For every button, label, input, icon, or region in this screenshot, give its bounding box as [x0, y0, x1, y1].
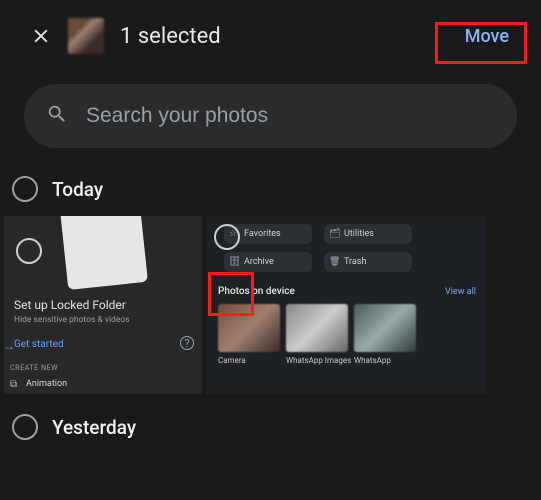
section-today-label: Today [52, 178, 103, 201]
chip-trash[interactable]: 🗑Trash [324, 252, 412, 272]
locked-folder-title: Set up Locked Folder [14, 298, 126, 312]
section-today-header[interactable]: Today [0, 158, 541, 212]
device-folder-label: WhatsApp [354, 356, 391, 365]
chip-archive[interactable]: 🗄Archive [224, 252, 312, 272]
folder-art [60, 216, 148, 290]
section-yesterday-label: Yesterday [52, 416, 136, 439]
create-new-label: CREATE NEW [10, 364, 58, 372]
device-folder-label: WhatsApp Images [286, 356, 351, 365]
animation-label[interactable]: Animation [26, 379, 67, 389]
search-input[interactable] [86, 104, 495, 128]
selected-thumbnail [68, 18, 104, 54]
selected-count-label: 1 selected [120, 24, 441, 49]
device-folder-thumb[interactable] [286, 304, 348, 352]
select-all-today-radio[interactable] [12, 176, 38, 202]
search-icon [46, 103, 68, 129]
search-bar[interactable] [24, 84, 517, 148]
select-all-yesterday-radio[interactable] [12, 414, 38, 440]
select-radio[interactable] [16, 238, 42, 264]
today-thumbnails: Set up Locked Folder Hide sensitive phot… [0, 212, 541, 398]
chip-utilities[interactable]: 🗂Utilities [324, 224, 412, 244]
device-folder-thumb[interactable] [354, 304, 416, 352]
trash-icon: 🗑 [329, 257, 340, 267]
highlight-move [435, 22, 527, 64]
help-icon[interactable]: ? [180, 336, 194, 350]
view-all-link[interactable]: View all [445, 287, 476, 297]
get-started-button[interactable]: Get started [14, 339, 64, 350]
device-folder-label: Camera [218, 356, 246, 365]
highlight-favorites [208, 272, 254, 316]
thumbnail-locked-folder-card[interactable]: Set up Locked Folder Hide sensitive phot… [4, 216, 202, 394]
locked-folder-subtitle: Hide sensitive photos & videos [14, 315, 130, 325]
close-icon[interactable] [30, 25, 52, 47]
archive-icon: 🗄 [229, 257, 240, 267]
animation-icon: ⧉ [10, 379, 17, 390]
utilities-icon: 🗂 [329, 229, 340, 239]
section-yesterday-header[interactable]: Yesterday [0, 398, 541, 440]
select-radio[interactable] [214, 224, 240, 250]
